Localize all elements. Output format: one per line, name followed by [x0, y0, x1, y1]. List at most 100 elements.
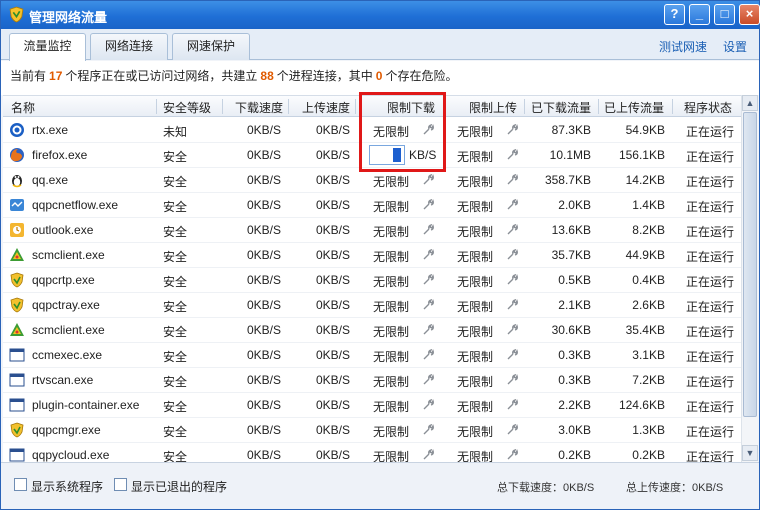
scroll-up-arrow-icon[interactable]: ▲	[742, 95, 758, 111]
limit-upload-value[interactable]: 无限制	[457, 348, 493, 365]
table-row[interactable]: rtvscan.exe 安全 0KB/S 0KB/S 无限制 无限制 0.3KB 7.2KB 正…	[3, 368, 741, 393]
upload-speed: 0KB/S	[315, 423, 350, 437]
speed-test-link[interactable]: 测试网速	[659, 38, 707, 55]
settings-link[interactable]: 设置	[723, 38, 747, 55]
table-row[interactable]: firefox.exe 安全 0KB/S 0KB/S KB/S 无限制 10.1MB 156.…	[3, 143, 741, 168]
limit-download-value[interactable]: 无限制	[373, 198, 409, 215]
col-download-speed[interactable]: 下载速度	[235, 99, 283, 116]
wrench-icon[interactable]	[506, 349, 518, 361]
maximize-button[interactable]: □	[714, 4, 735, 25]
limit-download-value[interactable]: 无限制	[373, 248, 409, 265]
help-button[interactable]: ?	[664, 4, 685, 25]
table-row[interactable]: qqpcnetflow.exe 安全 0KB/S 0KB/S 无限制 无限制 2.0KB 1.…	[3, 193, 741, 218]
scroll-down-arrow-icon[interactable]: ▼	[742, 445, 758, 461]
limit-download-value[interactable]: 无限制	[373, 173, 409, 190]
process-name: qqpycloud.exe	[32, 448, 110, 462]
wrench-icon[interactable]	[506, 199, 518, 211]
limit-upload-value[interactable]: 无限制	[457, 223, 493, 240]
wrench-icon[interactable]	[506, 374, 518, 386]
tab-network-connections[interactable]: 网络连接	[90, 33, 168, 60]
wrench-icon[interactable]	[422, 174, 434, 186]
limit-upload-value[interactable]: 无限制	[457, 123, 493, 140]
col-status[interactable]: 程序状态	[684, 99, 732, 116]
limit-download-value[interactable]: 无限制	[373, 273, 409, 290]
limit-download-value[interactable]: 无限制	[373, 323, 409, 340]
vertical-scrollbar[interactable]: ▲ ▼	[741, 95, 758, 462]
table-row[interactable]: plugin-container.exe 安全 0KB/S 0KB/S 无限制 无限制 2.…	[3, 393, 741, 418]
tab-speed-protection[interactable]: 网速保护	[172, 33, 250, 60]
table-row[interactable]: outlook.exe 安全 0KB/S 0KB/S 无限制 无限制 13.6KB 8.2KB…	[3, 218, 741, 243]
close-button[interactable]: ×	[739, 4, 760, 25]
wrench-icon[interactable]	[506, 224, 518, 236]
wrench-icon[interactable]	[422, 199, 434, 211]
wrench-icon[interactable]	[506, 174, 518, 186]
wrench-icon[interactable]	[422, 249, 434, 261]
wrench-icon[interactable]	[422, 349, 434, 361]
show-exited-checkbox[interactable]	[114, 478, 127, 491]
table-row[interactable]: ccmexec.exe 安全 0KB/S 0KB/S 无限制 无限制 0.3KB 3.1KB 正…	[3, 343, 741, 368]
wrench-icon[interactable]	[506, 249, 518, 261]
col-uploaded[interactable]: 已上传流量	[604, 99, 664, 116]
wrench-icon[interactable]	[506, 449, 518, 461]
table-row[interactable]: qqpctray.exe 安全 0KB/S 0KB/S 无限制 无限制 2.1KB 2.6KB…	[3, 293, 741, 318]
wrench-icon[interactable]	[422, 324, 434, 336]
wrench-icon[interactable]	[422, 274, 434, 286]
wrench-icon[interactable]	[506, 399, 518, 411]
col-downloaded[interactable]: 已下载流量	[531, 99, 591, 116]
col-name[interactable]: 名称	[11, 99, 35, 116]
limit-upload-value[interactable]: 无限制	[457, 248, 493, 265]
wrench-icon[interactable]	[422, 224, 434, 236]
limit-download-value[interactable]: 无限制	[373, 123, 409, 140]
show-system-label[interactable]: 显示系统程序	[31, 478, 103, 495]
scroll-thumb[interactable]	[743, 112, 757, 417]
title-bar[interactable]: 管理网络流量 ? _ □ ×	[1, 1, 760, 29]
wrench-icon[interactable]	[422, 374, 434, 386]
table-row[interactable]: qqpcmgr.exe 安全 0KB/S 0KB/S 无限制 无限制 3.0KB 1.3KB 正…	[3, 418, 741, 443]
limit-upload-value[interactable]: 无限制	[457, 398, 493, 415]
col-limit-download[interactable]: 限制下载	[387, 99, 435, 116]
minimize-button[interactable]: _	[689, 4, 710, 25]
limit-upload-value[interactable]: 无限制	[457, 373, 493, 390]
show-system-checkbox[interactable]	[14, 478, 27, 491]
col-upload-speed[interactable]: 上传速度	[302, 99, 350, 116]
limit-upload-value[interactable]: 无限制	[457, 198, 493, 215]
limit-download-value[interactable]: 无限制	[373, 298, 409, 315]
limit-upload-value[interactable]: 无限制	[457, 423, 493, 440]
wrench-icon[interactable]	[506, 274, 518, 286]
wrench-icon[interactable]	[422, 449, 434, 461]
limit-download-value[interactable]: 无限制	[373, 448, 409, 462]
limit-download-value[interactable]: 无限制	[373, 398, 409, 415]
table-row[interactable]: scmclient.exe 安全 0KB/S 0KB/S 无限制 无限制 35.7KB 44.…	[3, 243, 741, 268]
limit-upload-value[interactable]: 无限制	[457, 273, 493, 290]
table-row[interactable]: qqpycloud.exe 安全 0KB/S 0KB/S 无限制 无限制 0.2KB 0.2K…	[3, 443, 741, 462]
wrench-icon[interactable]	[506, 324, 518, 336]
wrench-icon[interactable]	[422, 124, 434, 136]
limit-upload-value[interactable]: 无限制	[457, 448, 493, 462]
table-row[interactable]: qq.exe 安全 0KB/S 0KB/S 无限制 无限制 358.7KB 14.2KB 正在运…	[3, 168, 741, 193]
wrench-icon[interactable]	[506, 124, 518, 136]
tab-traffic-monitor[interactable]: 流量监控	[9, 33, 86, 61]
table-row[interactable]: scmclient.exe 安全 0KB/S 0KB/S 无限制 无限制 30.6KB 35.…	[3, 318, 741, 343]
limit-download-value[interactable]: 无限制	[373, 348, 409, 365]
limit-download-value[interactable]: 无限制	[373, 423, 409, 440]
wrench-icon[interactable]	[422, 299, 434, 311]
wrench-icon[interactable]	[422, 424, 434, 436]
wrench-icon[interactable]	[506, 149, 518, 161]
col-security[interactable]: 安全等级	[163, 99, 211, 116]
limit-upload-value[interactable]: 无限制	[457, 173, 493, 190]
table-row[interactable]: qqpcrtp.exe 安全 0KB/S 0KB/S 无限制 无限制 0.5KB 0.4KB 正…	[3, 268, 741, 293]
table-row[interactable]: rtx.exe 未知 0KB/S 0KB/S 无限制 无限制 87.3KB 54.9KB 正在运…	[3, 118, 741, 143]
uploaded-total: 8.2KB	[632, 223, 665, 237]
show-exited-label[interactable]: 显示已退出的程序	[131, 478, 227, 495]
limit-upload-value[interactable]: 无限制	[457, 323, 493, 340]
limit-upload-value[interactable]: 无限制	[457, 298, 493, 315]
wrench-icon[interactable]	[506, 299, 518, 311]
wrench-icon[interactable]	[506, 424, 518, 436]
col-limit-upload[interactable]: 限制上传	[469, 99, 517, 116]
limit-download-value[interactable]: 无限制	[373, 373, 409, 390]
limit-download-input[interactable]	[369, 145, 405, 165]
wrench-icon[interactable]	[422, 399, 434, 411]
limit-upload-value[interactable]: 无限制	[457, 148, 493, 165]
process-name: scmclient.exe	[32, 323, 105, 337]
limit-download-value[interactable]: 无限制	[373, 223, 409, 240]
